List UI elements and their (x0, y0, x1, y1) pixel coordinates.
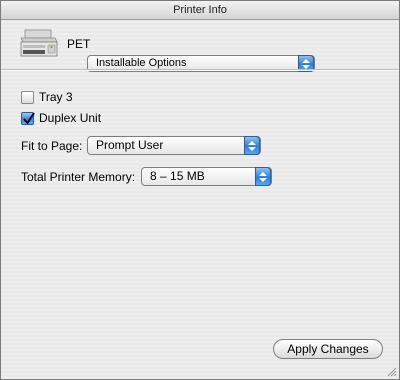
popup-arrows-icon (255, 167, 271, 186)
fit-to-page-value: Prompt User (96, 138, 164, 152)
popup-arrows-icon (244, 136, 260, 155)
window-title: Printer Info (173, 4, 227, 16)
memory-value: 8 – 15 MB (150, 169, 205, 183)
fit-to-page-popup[interactable]: Prompt User (87, 136, 261, 155)
duplex-label: Duplex Unit (39, 111, 102, 125)
duplex-checkbox[interactable] (21, 112, 35, 125)
resize-grip-icon[interactable] (387, 367, 397, 377)
section-popup-value: Installable Options (96, 57, 187, 69)
printer-name: PET (67, 37, 91, 51)
memory-popup[interactable]: 8 – 15 MB (141, 167, 272, 186)
checkmark-icon (23, 112, 35, 125)
memory-label: Total Printer Memory: (21, 170, 136, 184)
apply-changes-button[interactable]: Apply Changes (273, 339, 383, 359)
tray3-checkbox[interactable] (21, 91, 34, 104)
printer-info-window: Printer Info PET Installable Options Tra… (0, 0, 400, 380)
divider (1, 69, 399, 71)
printer-icon (20, 29, 58, 57)
fit-to-page-label: Fit to Page: (21, 139, 83, 153)
tray3-label: Tray 3 (39, 90, 73, 104)
title-bar[interactable]: Printer Info (1, 1, 399, 20)
